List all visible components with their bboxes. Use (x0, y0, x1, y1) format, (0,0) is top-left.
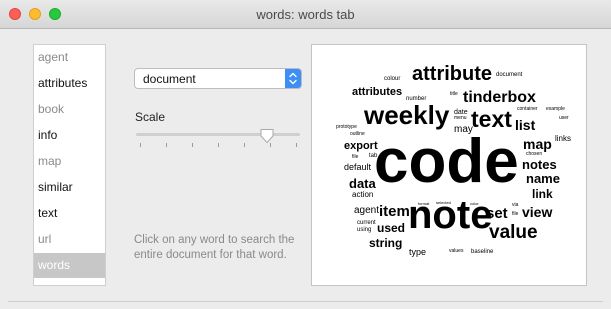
cloud-word[interactable]: link (532, 188, 553, 200)
cloud-word[interactable]: code (374, 131, 519, 193)
tab-info[interactable]: info (34, 123, 105, 148)
cloud-word[interactable]: agent (354, 206, 379, 216)
cloud-word[interactable]: export (344, 141, 378, 152)
cloud-word[interactable]: colour (384, 76, 400, 82)
window-divider (8, 301, 603, 302)
scope-select-value: document (143, 72, 196, 86)
cloud-word[interactable]: tab (369, 153, 377, 159)
title-bar: words: words tab (0, 0, 611, 29)
cloud-word[interactable]: weekly (364, 102, 449, 128)
tab-list: agent attributes book info map similar t… (33, 44, 106, 286)
tab-words[interactable]: words (34, 253, 105, 278)
cloud-word[interactable]: container (517, 107, 538, 112)
search-hint: Click on any word to search the entire d… (134, 234, 295, 261)
cloud-word[interactable]: values (449, 249, 463, 254)
cloud-word[interactable]: attribute (412, 64, 492, 84)
tab-similar[interactable]: similar (34, 175, 105, 200)
cloud-word[interactable]: used (377, 222, 405, 234)
cloud-word[interactable]: current (357, 220, 376, 226)
cloud-word[interactable]: attributes (352, 87, 402, 98)
cloud-word[interactable]: outline (350, 132, 365, 137)
tab-agent[interactable]: agent (34, 45, 105, 70)
cloud-word[interactable]: via (512, 203, 518, 208)
cloud-word[interactable]: item (379, 204, 410, 219)
tab-url[interactable]: url (34, 227, 105, 252)
cloud-word[interactable]: notes (522, 158, 557, 171)
slider-tick (296, 143, 297, 147)
tab-book[interactable]: book (34, 97, 105, 122)
cloud-word[interactable]: file (352, 155, 358, 160)
cloud-word[interactable]: links (555, 135, 571, 143)
cloud-word[interactable]: baseline (471, 249, 493, 255)
cloud-word[interactable]: value (489, 223, 538, 242)
cloud-word[interactable]: prototype (336, 125, 357, 130)
cloud-word[interactable]: note (408, 195, 492, 235)
cloud-word[interactable]: set (486, 206, 508, 221)
scope-select[interactable]: document (134, 68, 302, 89)
word-cloud: colour attribute document attributes num… (311, 44, 587, 286)
cloud-word[interactable]: tinderbox (463, 90, 536, 106)
scale-label: Scale (135, 110, 166, 124)
window-title: words: words tab (256, 7, 355, 22)
slider-tick (218, 143, 219, 147)
cloud-word[interactable]: file (512, 212, 518, 217)
cloud-word[interactable]: view (522, 205, 552, 219)
cloud-word[interactable]: string (369, 237, 402, 249)
cloud-word[interactable]: action (352, 191, 373, 199)
slider-tick (166, 143, 167, 147)
tab-attributes[interactable]: attributes (34, 71, 105, 96)
tab-text[interactable]: text (34, 201, 105, 226)
cloud-word[interactable]: user (559, 116, 569, 121)
scale-slider-thumb[interactable] (259, 128, 275, 144)
cloud-word[interactable]: data (349, 177, 376, 190)
cloud-word[interactable]: using (357, 227, 371, 233)
cloud-word[interactable]: type (409, 248, 426, 257)
tab-map[interactable]: map (34, 149, 105, 174)
slider-tick (140, 143, 141, 147)
cloud-word[interactable]: map (523, 137, 552, 151)
scale-slider[interactable] (136, 133, 300, 136)
slider-tick (244, 143, 245, 147)
cloud-word[interactable]: example (546, 107, 565, 112)
cloud-word[interactable]: menu (454, 116, 467, 121)
slider-tick (192, 143, 193, 147)
select-stepper-icon (285, 69, 301, 88)
cloud-word[interactable]: name (526, 172, 560, 185)
cloud-word[interactable]: default (344, 163, 371, 172)
cloud-word[interactable]: document (496, 72, 522, 78)
cloud-word[interactable]: title (450, 92, 458, 97)
